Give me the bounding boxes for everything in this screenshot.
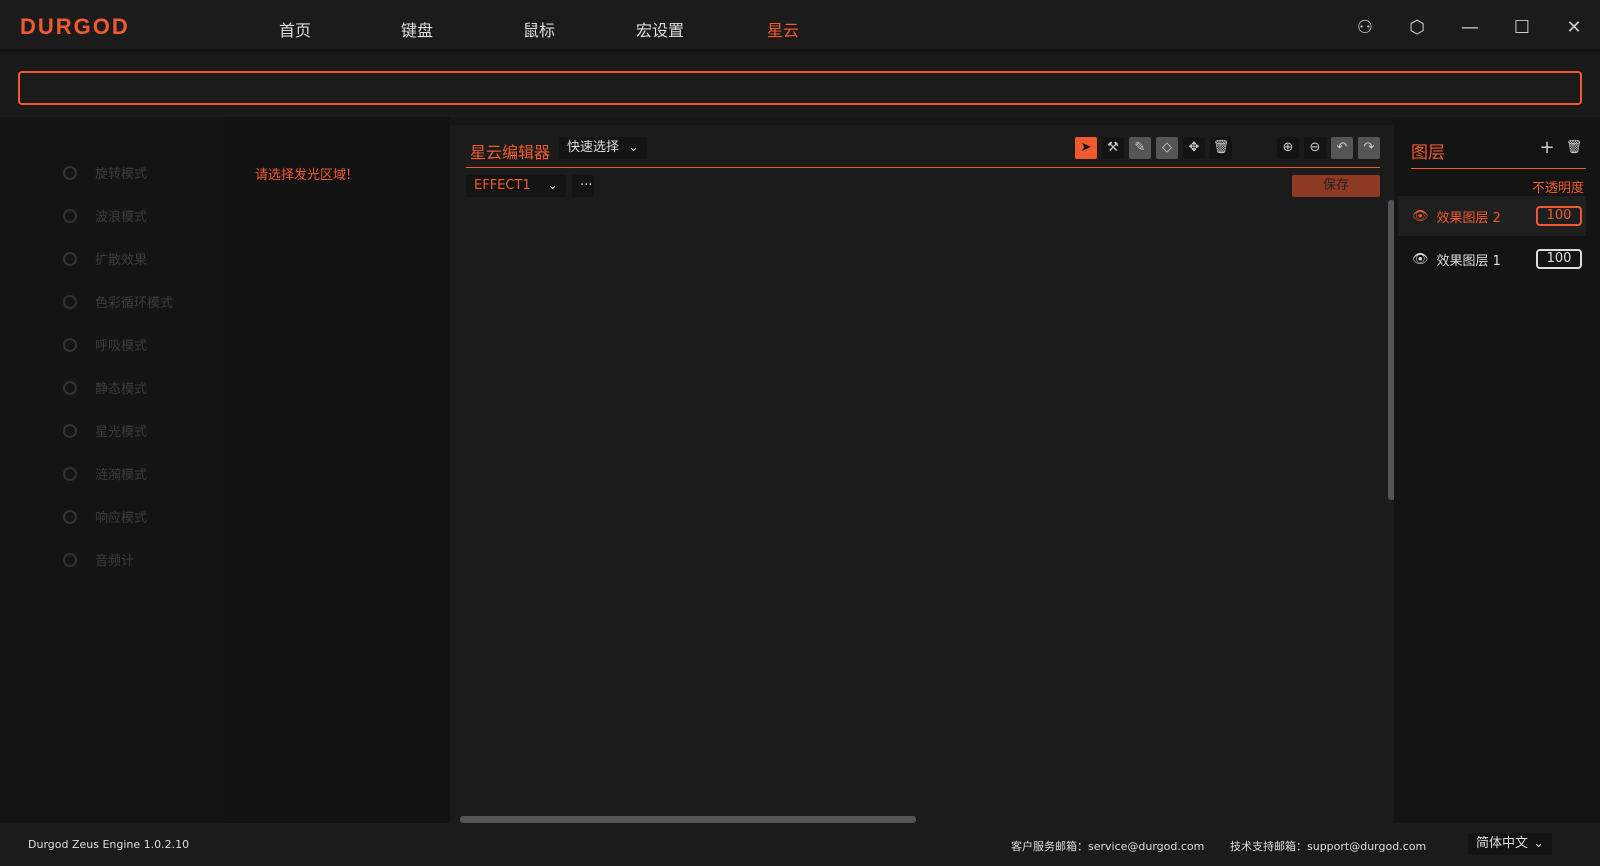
nebula-editor[interactable] bbox=[450, 125, 1394, 823]
save-button[interactable]: 保存 bbox=[1292, 175, 1380, 197]
nav-nebula[interactable]: 星云 bbox=[767, 17, 799, 41]
mode-breathing[interactable]: 呼吸模式 bbox=[63, 335, 147, 354]
rotate-icon bbox=[63, 165, 77, 180]
language-value: 简体中文 bbox=[1476, 836, 1529, 851]
eye-icon[interactable]: 👁 bbox=[1412, 252, 1429, 267]
effect-dropdown[interactable]: EFFECT1 ⌄ bbox=[466, 175, 566, 197]
mode-label: 色彩循环模式 bbox=[95, 296, 174, 311]
minimize-icon[interactable]: — bbox=[1458, 16, 1482, 40]
mode-label: 静态模式 bbox=[95, 382, 148, 397]
selection-mode-value: 快速选择 bbox=[567, 140, 620, 155]
mode-label: 波浪模式 bbox=[95, 210, 148, 225]
mode-starlight[interactable]: 星光模式 bbox=[63, 421, 147, 440]
delete-icon[interactable]: 🗑 bbox=[1210, 137, 1232, 159]
opacity-label: 不透明度 bbox=[1532, 181, 1585, 196]
mode-static[interactable]: 静态模式 bbox=[63, 378, 147, 397]
settings-icon[interactable]: ⬡ bbox=[1405, 16, 1429, 40]
opacity-input[interactable]: 100 bbox=[1536, 249, 1582, 269]
mode-label: 响应模式 bbox=[95, 511, 148, 526]
divider bbox=[466, 167, 1380, 168]
maximize-icon[interactable]: ☐ bbox=[1510, 16, 1534, 40]
service-email: 客户服务邮箱：service@durgod.com bbox=[1011, 840, 1205, 853]
pencil-icon[interactable]: ✎ bbox=[1129, 137, 1151, 159]
mode-wave[interactable]: 波浪模式 bbox=[63, 206, 147, 225]
layer-item[interactable]: 👁 效果图层 1 100 bbox=[1398, 239, 1586, 279]
wave-icon bbox=[63, 208, 77, 223]
spread-icon bbox=[63, 251, 77, 266]
selection-mode-dropdown[interactable]: 快速选择 ⌄ bbox=[559, 137, 647, 159]
settings-panel bbox=[224, 117, 450, 823]
editor-title: 星云编辑器 bbox=[470, 143, 551, 162]
mode-label: 旋转模式 bbox=[95, 167, 148, 182]
more-button[interactable]: ··· bbox=[572, 175, 594, 197]
nav-mouse[interactable]: 鼠标 bbox=[523, 17, 555, 41]
opacity-input[interactable]: 100 bbox=[1536, 206, 1582, 226]
chevron-down-icon: ⌄ bbox=[1533, 836, 1544, 851]
layer-item[interactable]: 👁 效果图层 2 100 bbox=[1398, 196, 1586, 236]
mode-label: 呼吸模式 bbox=[95, 339, 148, 354]
nav-keyboard[interactable]: 键盘 bbox=[401, 17, 433, 41]
move-icon[interactable]: ✥ bbox=[1183, 137, 1205, 159]
cycle-icon bbox=[63, 294, 77, 309]
static-icon bbox=[63, 380, 77, 395]
eye-icon[interactable]: 👁 bbox=[1412, 209, 1429, 224]
add-layer-icon[interactable]: + bbox=[1536, 137, 1558, 159]
zoom-out-icon[interactable]: ⊖ bbox=[1304, 137, 1326, 159]
divider bbox=[1411, 168, 1586, 169]
nav-macro[interactable]: 宏设置 bbox=[636, 17, 684, 41]
layer-name: 效果图层 1 bbox=[1436, 253, 1501, 269]
user-icon[interactable]: ⚇ bbox=[1353, 16, 1377, 40]
pointer-tool-icon[interactable]: ➤ bbox=[1075, 137, 1097, 159]
undo-icon[interactable]: ↶ bbox=[1331, 137, 1353, 159]
support-email: 技术支持邮箱：support@durgod.com bbox=[1230, 840, 1427, 853]
select-area-hint: 请选择发光区域! bbox=[255, 168, 352, 183]
mode-rotate[interactable]: 旋转模式 bbox=[63, 163, 147, 182]
reactive-icon bbox=[63, 509, 77, 524]
audio-icon bbox=[63, 552, 77, 567]
chevron-down-icon: ⌄ bbox=[628, 140, 639, 155]
mode-reactive[interactable]: 响应模式 bbox=[63, 507, 147, 526]
top-input[interactable] bbox=[18, 71, 1582, 105]
effect-value: EFFECT1 bbox=[474, 178, 531, 193]
language-dropdown[interactable]: 简体中文 ⌄ bbox=[1468, 833, 1552, 855]
ripple-icon bbox=[63, 466, 77, 481]
mode-color-cycle[interactable]: 色彩循环模式 bbox=[63, 292, 173, 311]
delete-layer-icon[interactable]: 🗑 bbox=[1563, 137, 1585, 159]
close-icon[interactable]: ✕ bbox=[1562, 16, 1586, 40]
durgod-logo: DURGOD bbox=[20, 14, 130, 39]
magic-wand-icon[interactable]: ⚒ bbox=[1102, 137, 1124, 159]
fill-bucket-icon[interactable]: ◇ bbox=[1156, 137, 1178, 159]
zoom-in-icon[interactable]: ⊕ bbox=[1277, 137, 1299, 159]
mode-label: 星光模式 bbox=[95, 425, 148, 440]
horizontal-scrollbar[interactable] bbox=[460, 816, 916, 823]
starlight-icon bbox=[63, 423, 77, 438]
nav-home[interactable]: 首页 bbox=[279, 17, 311, 41]
mode-label: 扩散效果 bbox=[95, 253, 148, 268]
mode-label: 涟漪模式 bbox=[95, 468, 148, 483]
chevron-down-icon: ⌄ bbox=[547, 178, 558, 193]
layers-title: 图层 bbox=[1411, 143, 1445, 163]
mode-label: 音频计 bbox=[95, 554, 135, 569]
layer-name: 效果图层 2 bbox=[1436, 210, 1501, 226]
redo-icon[interactable]: ↷ bbox=[1358, 137, 1380, 159]
breathing-icon bbox=[63, 337, 77, 352]
mode-audio-meter[interactable]: 音频计 bbox=[63, 550, 134, 569]
version-text: Durgod Zeus Engine 1.0.2.10 bbox=[28, 838, 190, 851]
mode-spread[interactable]: 扩散效果 bbox=[63, 249, 147, 268]
mode-ripple[interactable]: 涟漪模式 bbox=[63, 464, 147, 483]
